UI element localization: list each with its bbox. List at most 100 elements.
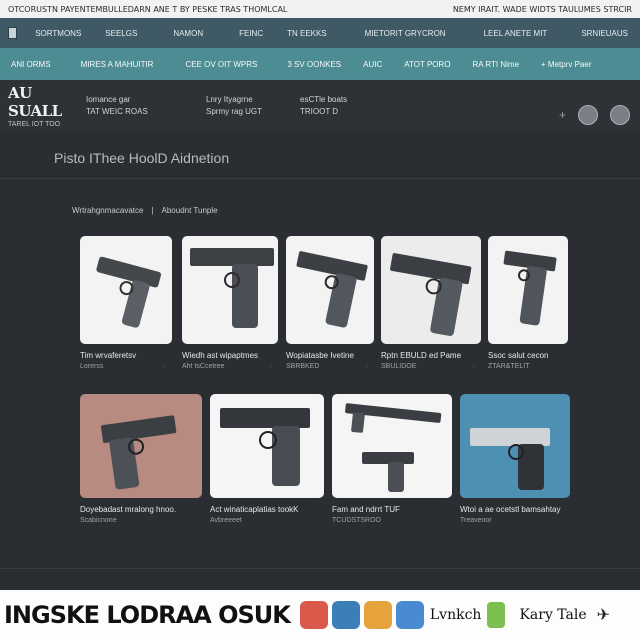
pistol-image xyxy=(332,394,452,498)
footer-tag-1[interactable]: Lvnkch xyxy=(430,607,482,623)
brand-block[interactable]: AU SUALL TAREL IOT TOO xyxy=(8,84,78,128)
subnav-item-3[interactable]: CEE OV OIT WPRS xyxy=(174,60,268,69)
product-card[interactable]: Rptn EBULD ed Pame SBULIDOE · xyxy=(381,236,481,370)
app-icon[interactable] xyxy=(331,601,360,629)
plus-icon[interactable]: + xyxy=(559,108,566,122)
card-sub-right: · xyxy=(472,363,475,370)
header-col3-line1: esCTle boats xyxy=(300,95,348,104)
card-sub: ZTAR&TELIT xyxy=(488,363,530,370)
card-title: Wiedh ast wipaptmes xyxy=(182,351,259,360)
footer-banner: INGSKE LODRAA OSUK Lvnkch Kary Tale ✈ xyxy=(0,590,640,640)
nav-item-namon[interactable]: NAMON xyxy=(161,29,215,38)
card-meta: Scabicnone xyxy=(80,517,202,524)
nav-item-sortmons[interactable]: SORTMONS xyxy=(23,29,93,38)
pistol-image xyxy=(80,394,202,498)
header-info-col-1[interactable]: Iomance gar TAT WEIC ROAS xyxy=(86,94,196,118)
breadcrumb: Wrtrahgnmacavatce | Aboudnt Tunple xyxy=(72,206,218,215)
header-divider xyxy=(0,178,640,179)
card-sub: Lorerss xyxy=(80,363,104,370)
app-icon[interactable] xyxy=(299,601,328,629)
card-meta: TCUDSTSROO xyxy=(332,517,452,524)
app-icon[interactable] xyxy=(363,601,392,629)
settings-icon[interactable] xyxy=(610,105,630,125)
card-meta: Aht tsCcetree · xyxy=(182,363,278,370)
nav-item-leel[interactable]: LEEL ANETE MIT xyxy=(472,29,560,38)
secondary-nav-bar: ANI ORMS MIRES A MAHUITIR CEE OV OIT WPR… xyxy=(0,48,640,80)
page-title: Pisto IThee HoolD Aidnetion xyxy=(54,150,230,166)
subnav-item-2[interactable]: MIRES A MAHUITIR xyxy=(70,60,165,69)
card-sub: SBRBKED xyxy=(286,363,320,370)
card-title: Rptn EBULD ed Pame xyxy=(381,351,462,360)
card-title: Ssoc salut cecon xyxy=(488,351,549,360)
card-meta: Treaveoor xyxy=(460,517,570,524)
header-col1-line2: TAT WEIC ROAS xyxy=(86,107,148,116)
pistol-image xyxy=(182,236,278,344)
card-sub-right: · xyxy=(163,363,166,370)
arrow-icon[interactable]: ✈ xyxy=(597,605,610,625)
product-card[interactable]: Wtoi a ae ocetstl bamsahtay Treaveoor xyxy=(460,394,570,524)
card-title: Doyebadast mralong hnoo. xyxy=(80,505,177,514)
card-sub-right: · xyxy=(269,363,272,370)
card-title: Wtoi a ae ocetstl bamsahtay xyxy=(460,505,561,514)
nav-item-tneekks[interactable]: TN EEKKS xyxy=(275,29,339,38)
card-title: Tim wrvaferetsv xyxy=(80,351,137,360)
product-card[interactable]: Ssoc salut cecon ZTAR&TELIT xyxy=(488,236,568,370)
breadcrumb-item-1[interactable]: Wrtrahgnmacavatce xyxy=(72,206,143,215)
card-sub: Aht tsCcetree xyxy=(182,363,225,370)
subnav-item-8[interactable]: + Metprv Paer xyxy=(530,60,602,69)
brand-title: AU SUALL xyxy=(8,84,62,120)
product-card[interactable]: Fam and ndrrt TUF TCUDSTSROO xyxy=(332,394,452,524)
breadcrumb-item-2[interactable]: Aboudnt Tunple xyxy=(162,206,218,215)
card-sub: Avbreeeet xyxy=(210,517,242,524)
card-title: Wopiatasbe Ivetine xyxy=(286,351,354,360)
subnav-item-5[interactable]: AUIC xyxy=(352,60,393,69)
header-info-col-3[interactable]: esCTle boats TRIOOT D xyxy=(300,94,410,118)
pistol-image xyxy=(80,236,172,344)
product-card[interactable]: Act winaticaplatias tookK Avbreeeet xyxy=(210,394,324,524)
top-strip-right-text: NEMY IRAIT. WADE WIDTS TAULUMES STRCIR xyxy=(452,4,632,14)
card-title: Fam and ndrrt TUF xyxy=(332,505,400,514)
nav-item-mietorit[interactable]: MIETORIT GRYCRON xyxy=(353,29,458,38)
nav-item-srnieuaus[interactable]: SRNIEUAUS xyxy=(569,29,640,38)
primary-nav-bar: SORTMONS SEELGS NAMON FEINC TN EEKKS MIE… xyxy=(0,18,640,48)
card-meta: SBULIDOE · xyxy=(381,363,481,370)
app-icon[interactable] xyxy=(395,601,424,629)
product-card[interactable]: Doyebadast mralong hnoo. Scabicnone xyxy=(80,394,202,524)
brand-subtitle: TAREL IOT TOO xyxy=(8,121,61,128)
site-logo-icon[interactable] xyxy=(8,27,18,39)
card-meta: SBRBKED · xyxy=(286,363,374,370)
subnav-item-1[interactable]: ANI ORMS xyxy=(0,60,62,69)
card-meta: Lorerss · xyxy=(80,363,172,370)
footer-app-icons xyxy=(299,601,424,629)
user-avatar-icon[interactable] xyxy=(578,105,598,125)
header-col1-line1: Iomance gar xyxy=(86,95,131,104)
pistol-image xyxy=(381,236,481,344)
pistol-image xyxy=(488,236,568,344)
subnav-item-6[interactable]: ATOT PORO xyxy=(393,60,461,69)
pistol-image xyxy=(460,394,570,498)
subnav-item-7[interactable]: RA RTI Nime xyxy=(462,60,531,69)
card-title: Act winaticaplatias tookK xyxy=(210,505,299,514)
product-card[interactable]: Wopiatasbe Ivetine SBRBKED · xyxy=(286,236,374,370)
header-actions: + xyxy=(559,105,630,125)
card-sub: Treaveoor xyxy=(460,517,492,524)
card-sub: TCUDSTSROO xyxy=(332,517,381,524)
app-icon[interactable] xyxy=(487,602,506,628)
subnav-item-4[interactable]: 3 SV OONKES xyxy=(276,60,352,69)
nav-item-feinc[interactable]: FEINC xyxy=(227,29,275,38)
product-card[interactable]: Wiedh ast wipaptmes Aht tsCcetree · xyxy=(182,236,278,370)
pistol-image xyxy=(286,236,374,344)
footer-tag-2[interactable]: Kary Tale xyxy=(519,607,586,623)
content-divider xyxy=(0,568,640,569)
card-meta: Avbreeeet xyxy=(210,517,324,524)
pistol-image xyxy=(210,394,324,498)
product-card[interactable]: Tim wrvaferetsv Lorerss · xyxy=(80,236,172,370)
page-header: AU SUALL TAREL IOT TOO Iomance gar TAT W… xyxy=(0,80,640,132)
card-sub: SBULIDOE xyxy=(381,363,417,370)
header-col3-line2: TRIOOT D xyxy=(300,107,339,116)
top-strip-left-text: OTCORUSTN PAYENTEMBULLEDARN ANE T BY PES… xyxy=(8,4,288,14)
top-info-strip: OTCORUSTN PAYENTEMBULLEDARN ANE T BY PES… xyxy=(0,0,640,18)
nav-item-seelgs[interactable]: SEELGS xyxy=(93,29,149,38)
card-sub: Scabicnone xyxy=(80,517,117,524)
breadcrumb-separator: | xyxy=(151,206,154,215)
